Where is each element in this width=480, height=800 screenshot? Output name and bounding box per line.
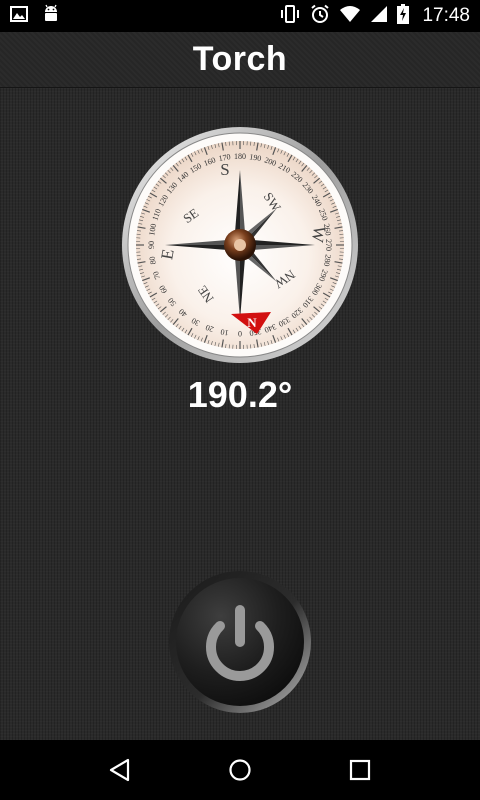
- compass-degree-label: 90: [147, 241, 156, 249]
- home-button[interactable]: [210, 745, 270, 795]
- gallery-icon: [10, 5, 28, 27]
- compass-degree-label: 0: [238, 329, 242, 338]
- back-button[interactable]: [90, 745, 150, 795]
- compass-degree-label: 180: [234, 152, 246, 161]
- heading-readout: 190.2°: [187, 374, 293, 415]
- alarm-icon: [310, 4, 330, 28]
- recents-button[interactable]: [330, 745, 390, 795]
- app-bar: Torch: [0, 32, 480, 88]
- compass-label-s: S: [220, 160, 229, 179]
- home-icon: [229, 759, 251, 781]
- status-right: 17:48: [279, 4, 470, 28]
- app-title: Torch: [192, 40, 288, 78]
- wifi-icon: [339, 5, 361, 27]
- recents-icon: [349, 759, 371, 781]
- north-marker-label: N: [247, 315, 257, 330]
- battery-charging-icon: [397, 4, 410, 28]
- status-bar: 17:48: [0, 0, 480, 32]
- compass-degree-label: 80: [148, 256, 158, 265]
- power-button-graphic: [169, 571, 311, 713]
- compass-degree-label: 10: [220, 327, 229, 337]
- status-time: 17:48: [422, 5, 470, 26]
- android-icon: [42, 4, 60, 28]
- signal-icon: [370, 5, 388, 27]
- nav-bar: [0, 740, 480, 800]
- compass-dial: 0102030405060708090100110120130140150 160…: [122, 127, 358, 363]
- main-content: 0 10 20 30 40 50 60 70 80 90 100 110 120 130 140 150 160…: [0, 88, 480, 740]
- back-icon: [109, 758, 130, 782]
- compass: 0 10 20 30 40 50 60 70 80 90 100 110 120 130 140 150 160…: [121, 126, 359, 364]
- power-button[interactable]: [168, 570, 312, 714]
- vibrate-icon: [279, 5, 301, 27]
- status-left: [10, 4, 60, 28]
